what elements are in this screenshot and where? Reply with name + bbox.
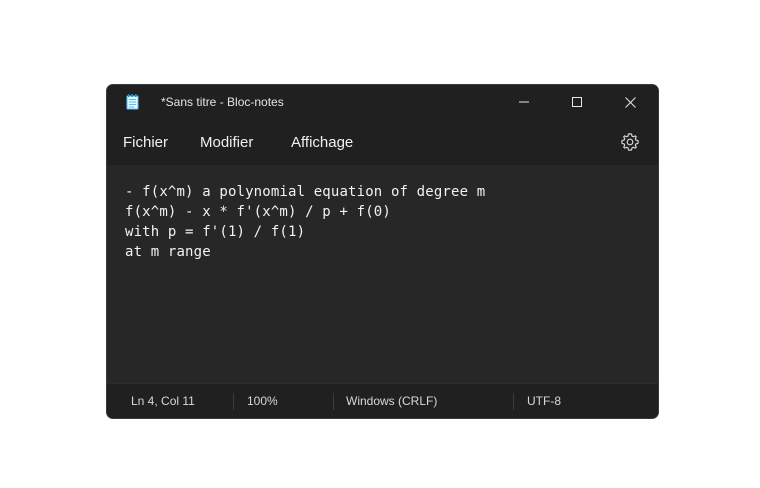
maximize-button[interactable] xyxy=(554,85,600,119)
editor-line: - f(x^m) a polynomial equation of degree… xyxy=(125,184,486,200)
window-title: *Sans titre - Bloc-notes xyxy=(161,95,284,109)
close-button[interactable] xyxy=(607,85,653,119)
menu-bar: Fichier Modifier Affichage xyxy=(107,119,658,165)
zoom-level[interactable]: 100% xyxy=(247,394,278,408)
settings-button[interactable] xyxy=(620,132,640,152)
gear-icon xyxy=(621,133,639,151)
title-bar[interactable]: *Sans titre - Bloc-notes xyxy=(107,85,658,119)
editor-line: with p = f'(1) / f(1) xyxy=(125,224,306,240)
maximize-icon xyxy=(572,97,582,107)
notepad-app-icon xyxy=(126,94,139,110)
status-divider xyxy=(233,393,234,410)
text-editor-area[interactable]: - f(x^m) a polynomial equation of degree… xyxy=(107,165,658,383)
cursor-position: Ln 4, Col 11 xyxy=(131,394,195,408)
menu-affichage[interactable]: Affichage xyxy=(291,134,353,151)
notepad-window: *Sans titre - Bloc-notes Fichier Modifie… xyxy=(107,85,658,418)
status-divider xyxy=(513,393,514,410)
menu-fichier[interactable]: Fichier xyxy=(123,134,168,151)
menu-modifier[interactable]: Modifier xyxy=(200,134,253,151)
line-ending[interactable]: Windows (CRLF) xyxy=(346,394,437,408)
status-divider xyxy=(333,393,334,410)
close-icon xyxy=(624,96,636,108)
status-bar: Ln 4, Col 11 100% Windows (CRLF) UTF-8 xyxy=(107,383,658,418)
editor-line: f(x^m) - x * f'(x^m) / p + f(0) xyxy=(125,204,391,220)
encoding[interactable]: UTF-8 xyxy=(527,394,561,408)
editor-line: at m range xyxy=(125,244,211,260)
minimize-icon xyxy=(519,101,529,103)
minimize-button[interactable] xyxy=(501,85,547,119)
